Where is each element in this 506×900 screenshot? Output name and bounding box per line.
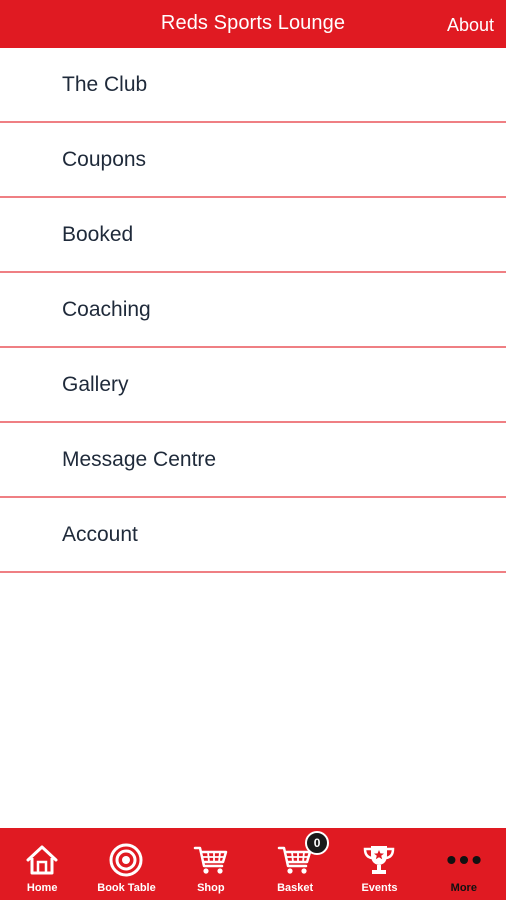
menu-item-coaching[interactable]: Coaching [0,273,506,348]
menu-item-booked[interactable]: Booked [0,198,506,273]
more-menu-list: The Club Coupons Booked Coaching Gallery… [0,48,506,573]
home-icon [24,842,60,878]
tab-label: Basket [277,882,314,894]
tab-book-table[interactable]: Book Table [84,828,168,900]
trophy-icon [361,842,397,878]
menu-item-gallery[interactable]: Gallery [0,348,506,423]
menu-item-message-centre[interactable]: Message Centre [0,423,506,498]
menu-item-account[interactable]: Account [0,498,506,573]
target-icon [108,842,144,878]
menu-item-coupons[interactable]: Coupons [0,123,506,198]
tab-label: More [450,882,477,894]
tab-label: Book Table [97,882,156,894]
basket-count-badge: 0 [305,831,330,855]
shopping-cart-icon [193,842,229,878]
tab-home[interactable]: Home [0,828,84,900]
bottom-tab-bar: Home Book Table Shop 0 Basket Events Mor… [0,828,506,900]
tab-label: Home [26,882,58,894]
tab-events[interactable]: Events [337,828,421,900]
tab-label: Shop [197,882,225,894]
tab-basket[interactable]: 0 Basket [253,828,337,900]
tab-label: Events [361,882,398,894]
tab-shop[interactable]: Shop [169,828,253,900]
menu-item-the-club[interactable]: The Club [0,48,506,123]
top-bar: Reds Sports Lounge About [0,0,506,48]
more-dots-icon [446,842,482,878]
about-button[interactable]: About [447,0,494,48]
app-screen: Reds Sports Lounge About The Club Coupon… [0,0,506,900]
page-title: Reds Sports Lounge [160,12,346,34]
tab-more[interactable]: More [422,828,506,900]
